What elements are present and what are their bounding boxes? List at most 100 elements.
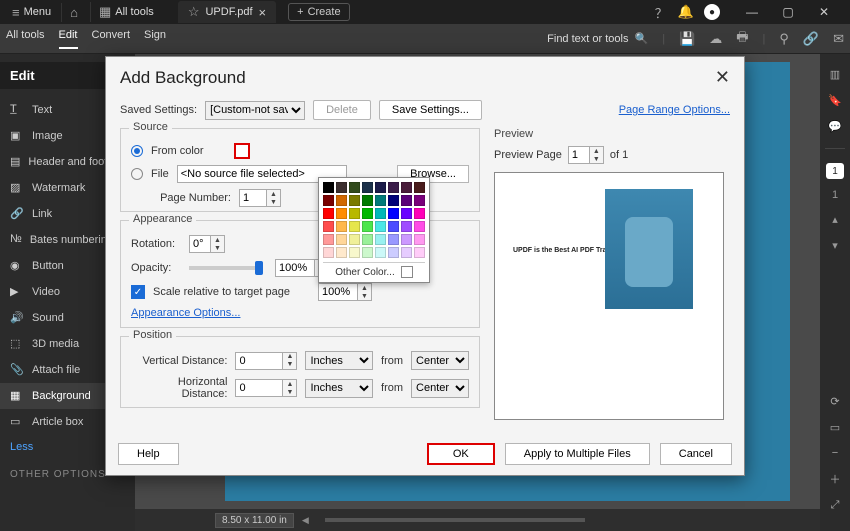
preview-page-input[interactable] [568,146,590,164]
nav-down-icon[interactable]: ▾ [827,237,843,253]
color-cell[interactable] [323,182,334,193]
color-cell[interactable] [323,221,334,232]
color-cell[interactable] [349,221,360,232]
maximize-button[interactable]: ▢ [770,0,806,24]
delete-button[interactable]: Delete [313,100,371,120]
scale-relative-checkbox[interactable]: ✓ [131,285,145,299]
cloud-icon[interactable]: ☁ [709,31,722,47]
tab-sign[interactable]: Sign [144,29,166,49]
color-cell[interactable] [388,221,399,232]
document-tab[interactable]: ☆ UPDF.pdf × [178,1,276,23]
ok-button[interactable]: OK [427,443,495,465]
saved-settings-select[interactable]: [Custom-not saved] [205,101,305,120]
minimize-button[interactable]: — [734,0,770,24]
link-share-icon[interactable]: 🔗 [803,31,819,47]
color-cell[interactable] [375,234,386,245]
color-cell[interactable] [349,234,360,245]
print-icon[interactable]: 🖶 [736,28,748,50]
zoom-out-icon[interactable]: − [827,445,843,461]
color-cell[interactable] [362,182,373,193]
color-cell[interactable] [414,234,425,245]
fit-icon[interactable]: ⤢ [827,497,843,513]
page-range-link[interactable]: Page Range Options... [619,104,730,116]
color-cell[interactable] [388,195,399,206]
color-cell[interactable] [414,221,425,232]
page-number-input[interactable] [239,189,267,207]
panel-icon[interactable]: ▥ [827,66,843,82]
color-cell[interactable] [375,208,386,219]
file-radio[interactable] [131,168,143,180]
color-cell[interactable] [388,182,399,193]
color-cell[interactable] [362,247,373,258]
color-cell[interactable] [323,234,334,245]
page-current-badge[interactable]: 1 [826,163,844,179]
preview-page-stepper[interactable]: ▲▼ [590,146,604,164]
opacity-input[interactable] [275,259,315,277]
color-cell[interactable] [388,247,399,258]
hdist-unit-select[interactable]: Inches [305,379,373,398]
tab-edit[interactable]: Edit [59,29,78,49]
color-cell[interactable] [375,195,386,206]
rotation-input[interactable] [189,235,211,253]
tab-close-button[interactable]: × [259,5,267,20]
color-cell[interactable] [401,182,412,193]
color-cell[interactable] [388,234,399,245]
color-cell[interactable] [336,234,347,245]
dialog-close-button[interactable]: ✕ [715,67,730,88]
color-cell[interactable] [336,221,347,232]
color-cell[interactable] [349,182,360,193]
appearance-options-link[interactable]: Appearance Options... [131,307,240,319]
account-icon[interactable]: ● [704,4,720,20]
refresh-icon[interactable]: ⟳ [827,393,843,409]
bookmark-icon[interactable]: 🔖 [827,92,843,108]
search-box[interactable]: Find text or tools 🔍 [547,32,648,45]
vdist-stepper[interactable]: ▲▼ [283,352,297,370]
page-number-stepper[interactable]: ▲▼ [267,189,281,207]
color-cell[interactable] [349,195,360,206]
color-cell[interactable] [362,234,373,245]
mail-icon[interactable]: ✉ [833,31,844,47]
apply-multiple-button[interactable]: Apply to Multiple Files [505,443,650,465]
home-button[interactable]: ⌂ [61,3,86,22]
color-cell[interactable] [401,247,412,258]
share-icon[interactable]: ⚲ [779,31,789,47]
page-display-icon[interactable]: ▭ [827,419,843,435]
color-cell[interactable] [401,234,412,245]
opacity-slider[interactable] [189,266,259,270]
close-button[interactable]: ✕ [806,0,842,24]
create-button[interactable]: + Create [288,3,349,21]
color-cell[interactable] [323,247,334,258]
color-cell[interactable] [336,195,347,206]
color-cell[interactable] [349,247,360,258]
save-icon[interactable]: 💾 [679,31,695,47]
color-cell[interactable] [362,208,373,219]
color-cell[interactable] [388,208,399,219]
color-cell[interactable] [414,195,425,206]
help-button[interactable]: Help [118,443,179,465]
color-cell[interactable] [323,208,334,219]
other-color-row[interactable]: Other Color... [323,262,425,278]
menu-button[interactable]: ≡ Menu [6,3,57,22]
color-swatch-button[interactable] [234,143,250,159]
color-cell[interactable] [375,247,386,258]
color-cell[interactable] [336,182,347,193]
help-icon[interactable]: ？ [655,3,668,22]
tab-convert[interactable]: Convert [92,29,131,49]
hdist-anchor-select[interactable]: Center [411,379,469,398]
cancel-button[interactable]: Cancel [660,443,732,465]
scale-stepper[interactable]: ▲▼ [358,283,372,301]
color-cell[interactable] [375,182,386,193]
color-cell[interactable] [336,247,347,258]
color-cell[interactable] [336,208,347,219]
color-cell[interactable] [323,195,334,206]
rotation-stepper[interactable]: ▲▼ [211,235,225,253]
tab-alltools[interactable]: All tools [6,29,45,49]
hdist-input[interactable] [235,379,283,397]
color-cell[interactable] [375,221,386,232]
vdist-input[interactable] [235,352,283,370]
color-cell[interactable] [349,208,360,219]
from-color-radio[interactable] [131,145,143,157]
color-cell[interactable] [414,247,425,258]
nav-up-icon[interactable]: ▴ [827,211,843,227]
vdist-anchor-select[interactable]: Center [411,351,469,370]
